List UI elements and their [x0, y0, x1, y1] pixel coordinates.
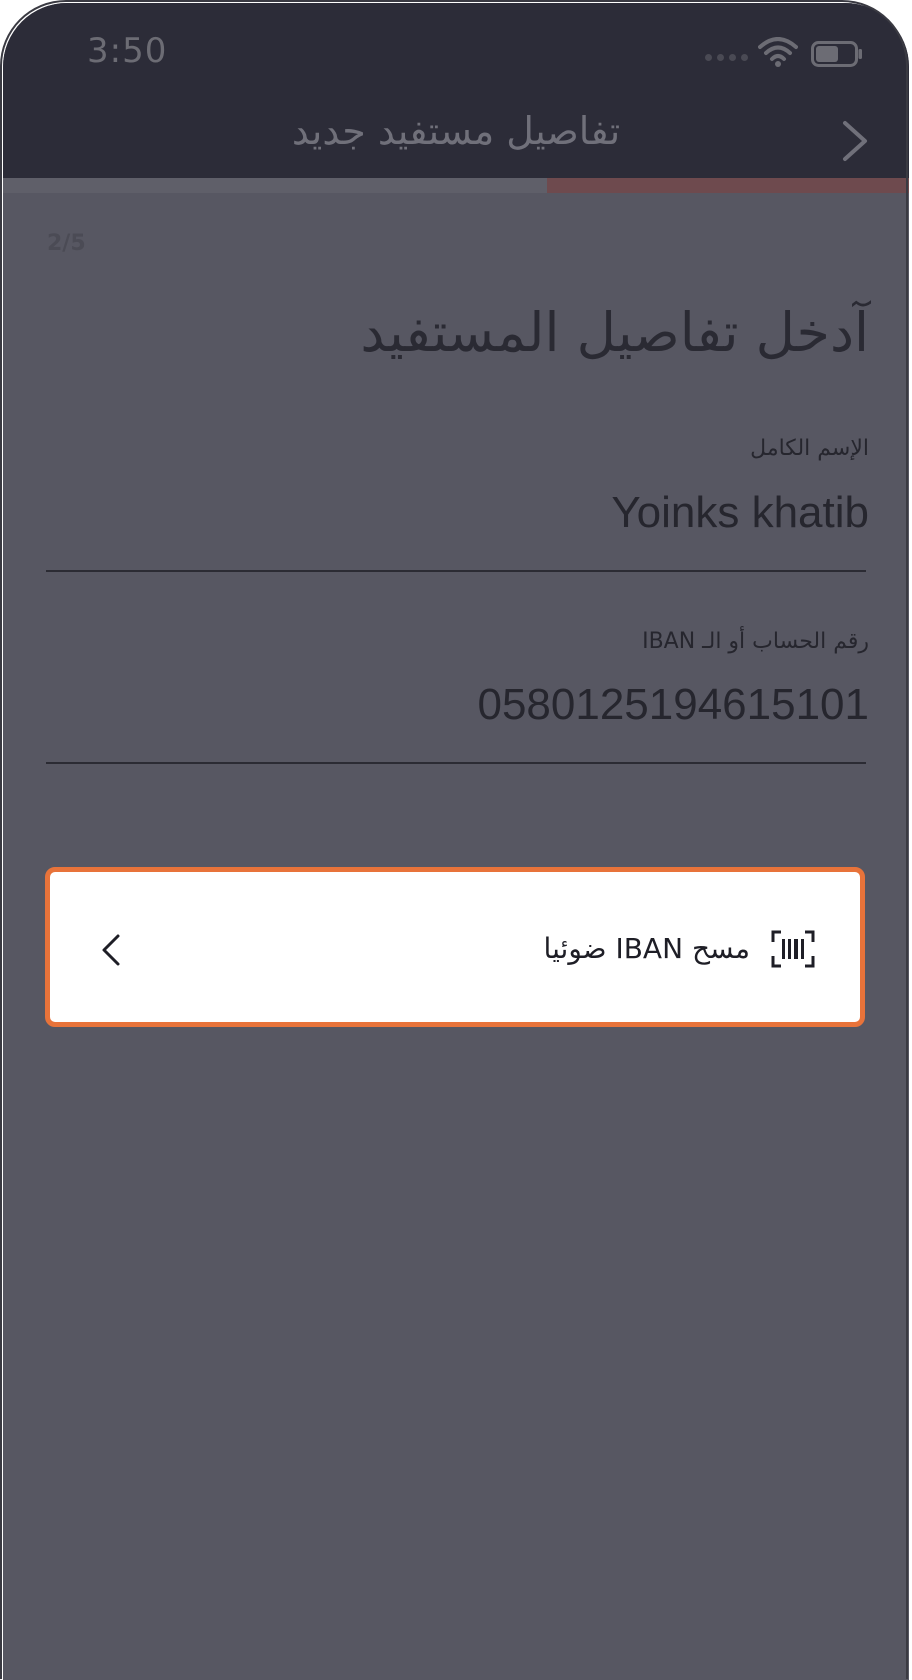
- signal-strength-icon: [705, 54, 749, 62]
- account-number-field[interactable]: 0580125194615101: [477, 680, 869, 730]
- full-name-label: الإسم الكامل: [750, 436, 869, 461]
- chevron-right-icon[interactable]: [837, 119, 871, 163]
- form-heading: آدخل تفاصيل المستفيد: [360, 301, 869, 364]
- wifi-icon: [758, 37, 798, 67]
- progress-bar: [3, 178, 909, 193]
- barcode-scan-icon: [771, 930, 815, 968]
- status-time: 3:50: [87, 31, 168, 71]
- full-name-underline: [46, 570, 866, 572]
- account-number-label: رقم الحساب أو الـ IBAN: [642, 629, 869, 654]
- scan-iban-label: مسح IBAN ضوئيا: [543, 932, 750, 965]
- battery-icon: [811, 41, 862, 67]
- step-counter: 2/5: [47, 231, 86, 256]
- status-bar: 3:50: [3, 3, 909, 101]
- page-title: تفاصيل مستفيد جديد: [291, 109, 621, 153]
- progress-fill: [546, 178, 909, 193]
- navigation-bar: تفاصيل مستفيد جديد: [3, 101, 909, 178]
- phone-screen: 3:50 تفاصيل مستفيد جديد 2/5 آدخل تفاصيل …: [3, 3, 909, 1680]
- scan-iban-button[interactable]: مسح IBAN ضوئيا: [45, 867, 865, 1027]
- account-number-underline: [46, 762, 866, 764]
- full-name-field[interactable]: Yoinks khatib: [611, 488, 869, 538]
- chevron-left-icon: [102, 934, 120, 966]
